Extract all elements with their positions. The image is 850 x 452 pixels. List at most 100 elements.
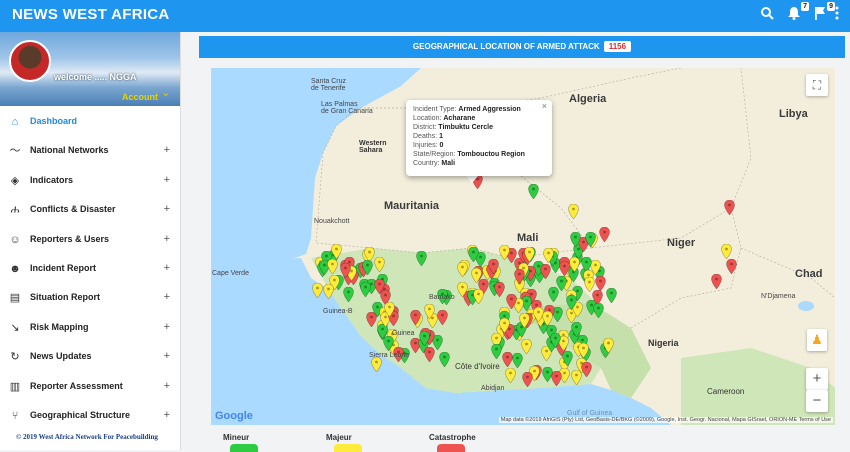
map-marker-icon[interactable] [556, 275, 568, 291]
map-marker-icon[interactable] [505, 367, 517, 383]
map-marker-icon[interactable] [580, 361, 592, 377]
map-marker-icon[interactable] [726, 259, 737, 274]
map-marker-icon[interactable] [438, 351, 450, 367]
expand-plus-icon[interactable]: + [164, 144, 170, 156]
map-marker-icon[interactable] [366, 312, 377, 327]
expand-plus-icon[interactable]: + [164, 262, 170, 274]
map-marker-icon[interactable] [721, 244, 732, 259]
map-marker-icon[interactable] [473, 288, 484, 304]
sidebar-item-geographical-structure[interactable]: ⑂ Geographical Structure + [0, 402, 180, 431]
pegman-icon[interactable]: ♟ [807, 329, 827, 351]
map-marker-icon[interactable] [518, 313, 530, 329]
more-vertical-icon[interactable] [832, 6, 842, 24]
map-marker-icon[interactable] [568, 204, 579, 219]
sidebar-item-reporters-users[interactable]: ☺ Reporters & Users + [0, 226, 180, 255]
search-icon[interactable] [758, 6, 776, 24]
expand-plus-icon[interactable]: + [164, 321, 170, 333]
sidebar-item-reporter-assessment[interactable]: ▥ Reporter Assessment + [0, 373, 180, 402]
sidebar-item-dashboard[interactable]: ⌂ Dashboard [0, 108, 180, 137]
map-marker-icon[interactable] [384, 302, 395, 317]
incident-info-popup[interactable]: × Incident Type: Armed Aggression Locati… [406, 100, 552, 176]
google-logo[interactable]: Google [215, 410, 253, 422]
sidebar-item-indicators[interactable]: ◈ Indicators + [0, 167, 180, 196]
zoom-in-button[interactable]: + [806, 368, 828, 390]
brand-title[interactable]: NEWS WEST AFRICA [12, 6, 170, 23]
map-marker-icon[interactable] [550, 333, 562, 349]
sidebar-item-risk-mapping[interactable]: ↘ Risk Mapping + [0, 314, 180, 343]
sidebar-item-incident-report[interactable]: ☻ Incident Report + [0, 255, 180, 284]
notifications-bell-icon[interactable]: 7 [785, 2, 809, 24]
sidebar-item-situation-report[interactable]: ▤ Situation Report + [0, 284, 180, 313]
map-marker-icon[interactable] [594, 275, 606, 291]
map-marker-icon[interactable] [437, 310, 449, 326]
map-marker-icon[interactable] [540, 264, 552, 280]
map-marker-icon[interactable] [502, 352, 514, 368]
map-marker-icon[interactable] [361, 259, 373, 275]
map-marker-icon[interactable] [522, 372, 534, 388]
map-marker-icon[interactable] [585, 231, 596, 247]
chevron-down-icon[interactable]: ⌄ [162, 88, 170, 99]
sidebar-item-news-updates[interactable]: ↻ News Updates + [0, 343, 180, 372]
map-marker-icon[interactable] [512, 353, 523, 369]
map-marker-icon[interactable] [360, 282, 371, 298]
map-marker-icon[interactable] [340, 263, 351, 279]
map-marker-icon[interactable] [711, 274, 722, 289]
map-marker-icon[interactable] [491, 343, 503, 359]
map-marker-icon[interactable] [542, 367, 554, 383]
flag-icon[interactable]: 9 [811, 2, 835, 24]
map-marker-icon[interactable] [343, 287, 355, 303]
map-attribution[interactable]: Map data ©2019 AfriGIS (Pty) Ltd, GeoBas… [498, 417, 833, 423]
map-marker-icon[interactable] [584, 276, 596, 292]
map-marker-icon[interactable] [410, 309, 422, 325]
sidebar-item-conflicts-disaster[interactable]: ሐ Conflicts & Disaster + [0, 196, 180, 225]
map-marker-icon[interactable] [724, 200, 735, 215]
map-marker-icon[interactable] [488, 258, 500, 274]
map-marker-icon[interactable] [457, 261, 468, 277]
zoom-out-button[interactable]: − [806, 390, 828, 412]
map-marker-icon[interactable] [524, 247, 536, 263]
avatar[interactable] [9, 40, 51, 82]
expand-plus-icon[interactable]: + [164, 409, 170, 421]
map-marker-icon[interactable] [416, 251, 427, 266]
map-marker-icon[interactable] [331, 244, 342, 259]
account-link[interactable]: Account [122, 92, 158, 102]
sidebar-item-national-networks[interactable]: 〜 National Networks + [0, 137, 180, 166]
expand-plus-icon[interactable]: + [164, 350, 170, 362]
map-marker-icon[interactable] [565, 294, 577, 310]
close-icon[interactable]: × [542, 102, 547, 111]
map-marker-icon[interactable] [521, 338, 533, 354]
expand-plus-icon[interactable]: + [164, 380, 170, 392]
map-view[interactable]: Algeria Libya Mauritania Mali Niger Chad… [211, 68, 835, 425]
map-marker-icon[interactable] [599, 227, 610, 242]
map-marker-icon[interactable] [498, 245, 510, 261]
map-marker-icon[interactable] [494, 282, 505, 298]
map-marker-icon[interactable] [327, 259, 338, 275]
fullscreen-icon[interactable]: ⛶ [806, 74, 828, 96]
map-marker-icon[interactable] [323, 283, 334, 299]
map-marker-icon[interactable] [593, 302, 604, 318]
map-marker-icon[interactable] [514, 268, 525, 284]
expand-plus-icon[interactable]: + [164, 174, 170, 186]
map-marker-icon[interactable] [471, 267, 483, 283]
map-marker-icon[interactable] [571, 321, 582, 337]
map-marker-icon[interactable] [374, 257, 385, 272]
map-marker-icon[interactable] [542, 311, 554, 327]
expand-plus-icon[interactable]: + [164, 203, 170, 215]
map-marker-icon[interactable] [371, 357, 383, 373]
map-marker-icon[interactable] [423, 347, 435, 363]
map-marker-icon[interactable] [606, 287, 618, 303]
map-marker-icon[interactable] [312, 283, 323, 299]
map-marker-icon[interactable] [570, 232, 581, 248]
map-marker-icon[interactable] [562, 350, 573, 366]
map-marker-icon[interactable] [419, 330, 430, 346]
map-marker-icon[interactable] [543, 248, 555, 264]
map-marker-icon[interactable] [577, 342, 589, 358]
map-marker-icon[interactable] [499, 318, 510, 334]
map-marker-icon[interactable] [424, 303, 436, 319]
map-marker-icon[interactable] [457, 281, 468, 297]
map-marker-icon[interactable] [528, 184, 539, 199]
expand-plus-icon[interactable]: + [164, 291, 170, 303]
map-marker-icon[interactable] [569, 257, 581, 273]
map-marker-icon[interactable] [467, 247, 479, 263]
expand-plus-icon[interactable]: + [164, 233, 170, 245]
